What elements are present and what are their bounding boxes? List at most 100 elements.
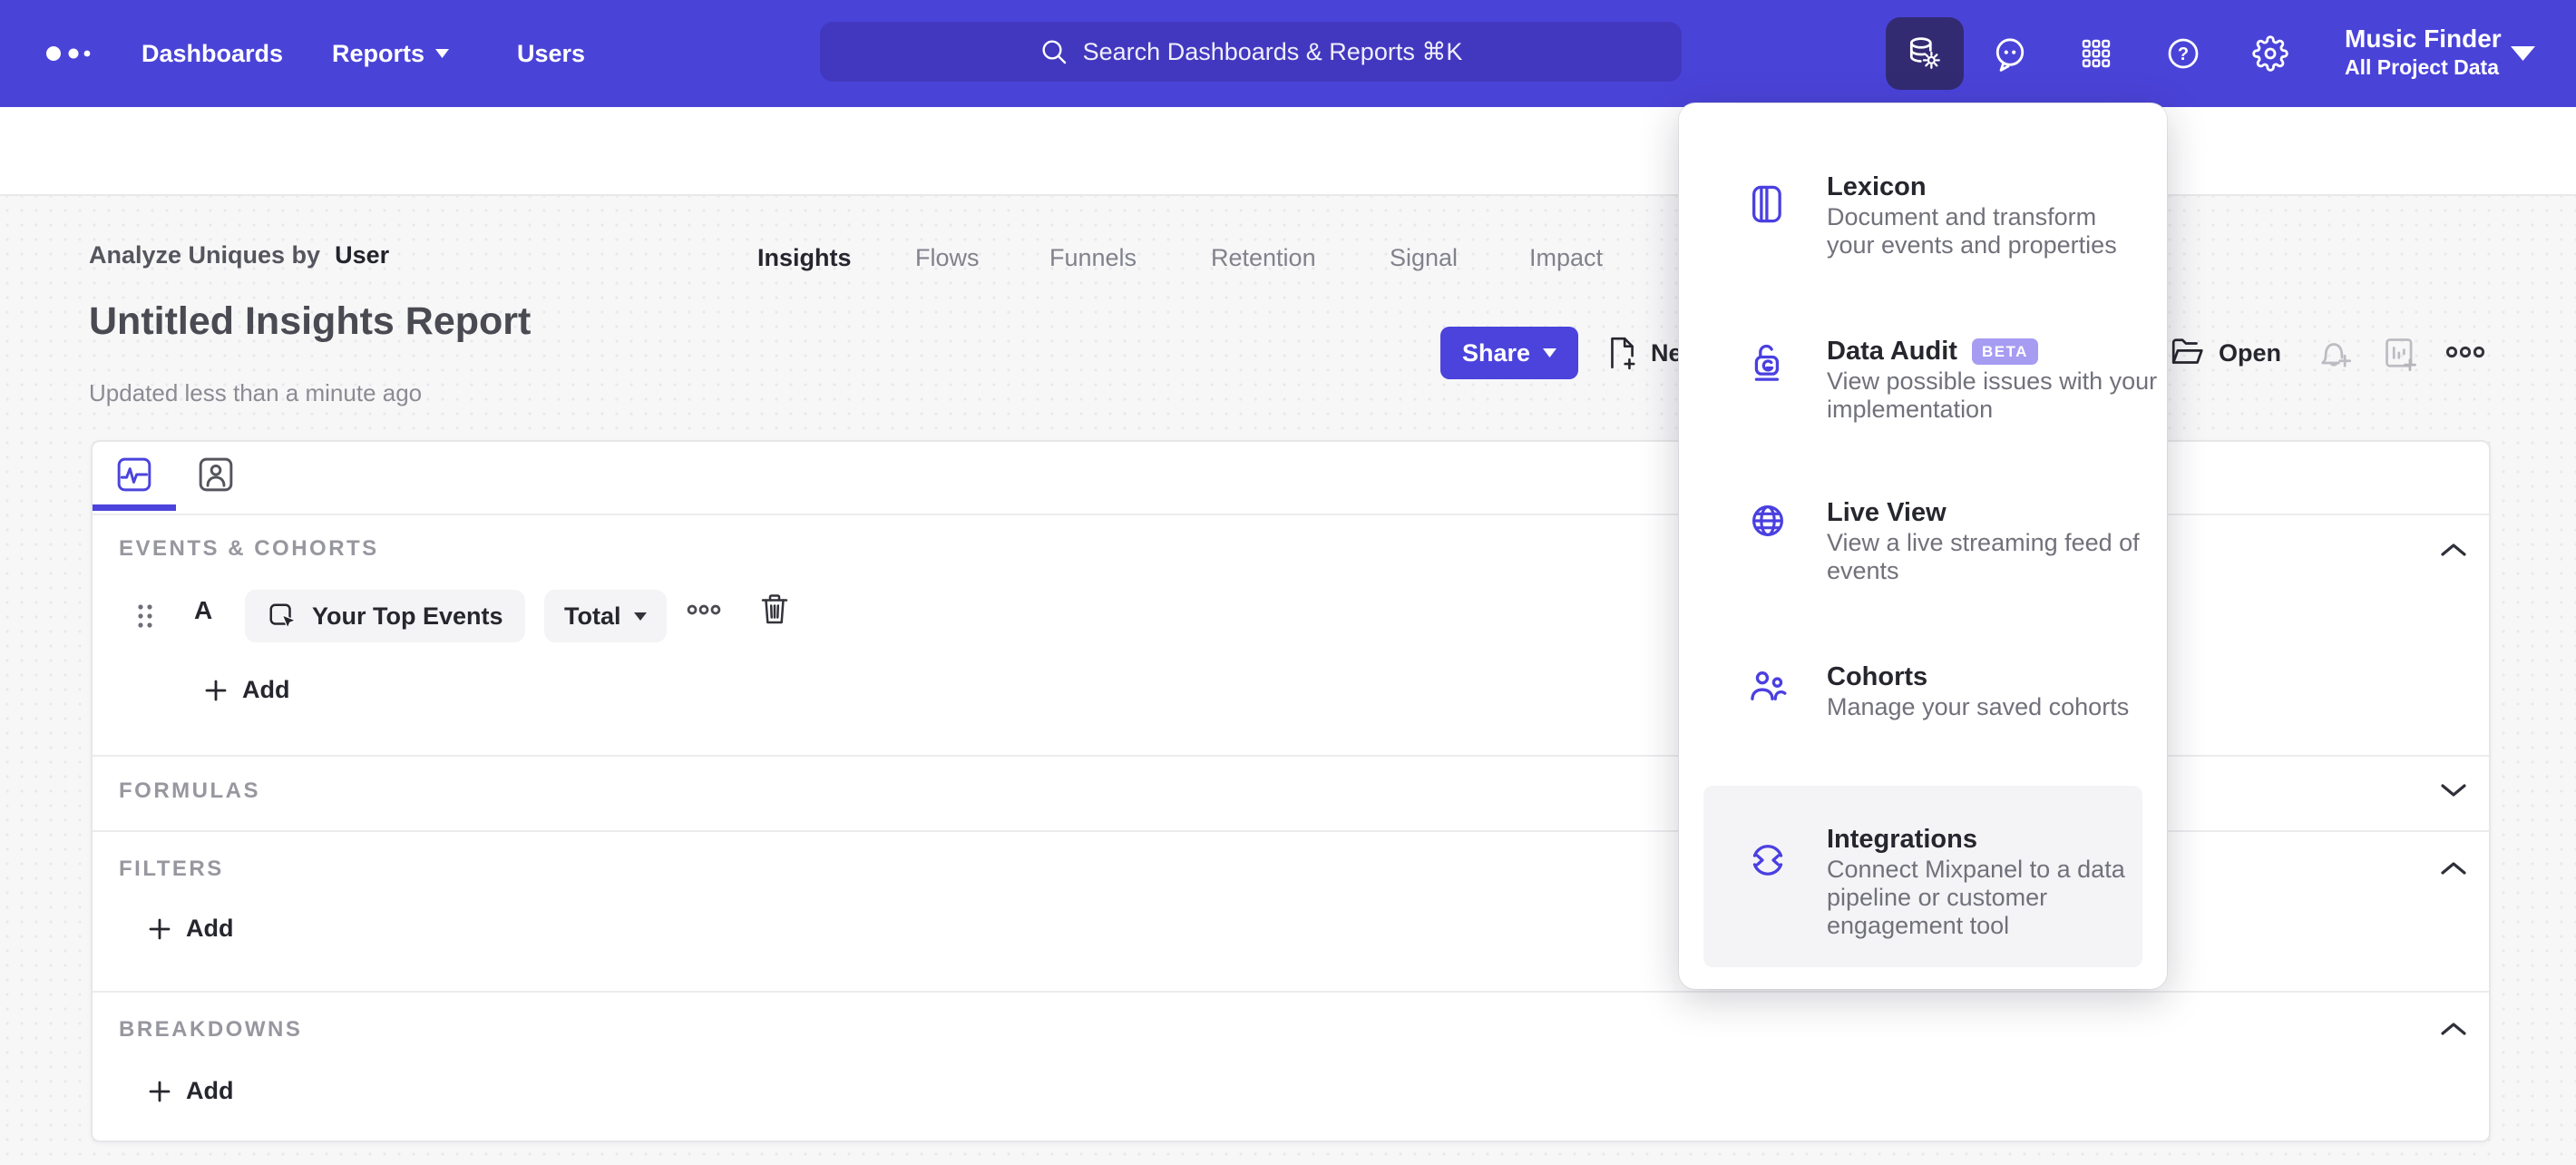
help-icon[interactable]: ? [2165,35,2201,72]
nav-item-dashboards[interactable]: Dashboards [141,0,283,107]
menu-item-description: View a live streaming feed of events [1827,529,2140,584]
tab-label: Funnels [1049,243,1137,271]
add-breakdown-button[interactable]: Add [148,1077,233,1105]
integrations-sync-icon [1752,845,1783,876]
tab-label: Flows [915,243,980,271]
tab-impact[interactable]: Impact [1529,214,1603,301]
settings-gear-icon[interactable] [2252,35,2288,72]
project-scope: All Project Data [2345,55,2499,79]
tab-insights[interactable]: Insights [757,214,852,301]
more-options-icon[interactable] [2445,345,2485,359]
tab-signal[interactable]: Signal [1390,214,1458,301]
plus-icon [149,1081,171,1101]
search-placeholder: Search Dashboards & Reports ⌘K [1082,37,1463,65]
open-report-button[interactable]: Open [2170,332,2281,374]
menu-item-title: Live View [1827,498,1947,527]
tab-label: Signal [1390,243,1459,271]
project-caret-down-icon[interactable] [2511,46,2535,61]
events-view-tab-icon[interactable] [116,456,152,493]
analyze-by-value[interactable]: User [335,241,389,269]
create-alert-bell-icon[interactable] [2315,336,2353,372]
mixpanel-app: Dashboards Reports Users Search Dashboar… [0,0,2576,1165]
project-name: Music Finder [2345,24,2502,53]
collapse-breakdowns-chevron-up-icon[interactable] [2440,1021,2467,1037]
folder-open-icon [2171,338,2203,364]
data-management-button[interactable] [1886,17,1964,90]
active-view-underline [93,504,176,511]
open-label: Open [2219,338,2282,367]
collapse-filters-chevron-up-icon[interactable] [2440,860,2467,876]
beta-badge: BETA [1971,338,2038,365]
apps-grid-icon[interactable] [2078,35,2114,72]
search-icon [1042,40,1066,64]
event-selector-pill[interactable]: Your Top Events [245,590,525,642]
data-audit-lock-icon [1754,344,1780,381]
menu-item-title: Cohorts [1827,662,1928,691]
nav-item-label: Reports [332,39,425,67]
mixpanel-logo-icon[interactable] [42,45,98,62]
events-section-label: EVENTS & COHORTS [119,536,379,561]
analyze-uniques-by: Analyze Uniques by User [89,241,389,269]
menu-item-description: Manage your saved cohorts [1827,693,2130,720]
drag-handle-icon[interactable] [136,602,154,630]
delete-event-trash-icon[interactable] [759,592,790,627]
add-label: Add [186,1077,234,1104]
feedback-bubble-icon[interactable] [1992,36,2028,76]
menu-item-description: Connect Mixpanel to a data pipeline or c… [1827,856,2125,939]
plus-icon [205,680,227,700]
project-selector[interactable]: Music Finder All Project Data [2345,24,2502,80]
analyze-by-label: Analyze Uniques by [89,241,321,269]
add-to-dashboard-icon[interactable] [2382,336,2420,372]
add-label: Add [242,676,290,703]
live-view-globe-icon [1752,505,1783,536]
add-event-button[interactable]: Add [204,676,289,704]
collapse-events-chevron-up-icon[interactable] [2440,542,2467,558]
svg-text:?: ? [2178,44,2189,64]
updated-status: Updated less than a minute ago [89,379,423,406]
event-picker-icon [269,603,296,629]
nav-item-label: Dashboards [141,39,284,67]
menu-item-description: Document and transform your events and p… [1827,203,2117,259]
tab-label: Insights [757,243,852,271]
filters-section-label: FILTERS [119,857,224,881]
data-management-menu: Lexicon Document and transform your even… [1679,103,2167,989]
share-button[interactable]: Share [1440,327,1579,379]
menu-item-title: Data Audit BETA [1827,337,2038,367]
formulas-section-label: FORMULAS [119,778,260,803]
tab-flows[interactable]: Flows [915,214,980,301]
menu-item-title: Integrations [1827,825,1977,854]
caret-down-icon [633,612,647,621]
add-label: Add [186,915,234,942]
report-tabs-bar: Insights Flows Funnels Retention Signal … [0,107,2576,271]
divider [93,991,2489,993]
caret-down-icon [435,49,450,58]
plus-icon [149,918,171,939]
top-navigation-bar: Dashboards Reports Users Search Dashboar… [0,0,2576,107]
tab-funnels[interactable]: Funnels [1049,214,1137,301]
cohorts-people-icon [1751,671,1787,700]
event-row-more-icon[interactable] [687,603,721,616]
database-gear-icon [1909,37,1940,69]
expand-formulas-chevron-down-icon[interactable] [2440,782,2467,798]
nav-item-reports[interactable]: Reports [332,0,450,107]
event-name: Your Top Events [312,602,503,630]
aggregation-value: Total [564,602,621,630]
page-title[interactable]: Untitled Insights Report [89,299,531,344]
caret-down-icon [1543,348,1557,357]
menu-item-title: Lexicon [1827,172,1927,201]
tab-retention[interactable]: Retention [1211,214,1316,301]
search-input[interactable]: Search Dashboards & Reports ⌘K [820,22,1682,82]
nav-item-users[interactable]: Users [517,0,585,107]
add-filter-button[interactable]: Add [148,915,233,943]
menu-item-description: View possible issues with your implement… [1827,367,2158,423]
breakdowns-section-label: BREAKDOWNS [119,1017,303,1042]
tab-label: Retention [1211,243,1316,271]
document-plus-icon [1611,337,1635,370]
tab-label: Impact [1529,243,1604,271]
aggregation-dropdown[interactable]: Total [544,590,667,642]
profiles-view-tab-icon[interactable] [198,456,234,493]
share-label: Share [1462,338,1531,367]
nav-item-label: Users [517,39,586,67]
lexicon-book-icon [1752,185,1781,223]
event-row-letter: A [194,596,213,624]
